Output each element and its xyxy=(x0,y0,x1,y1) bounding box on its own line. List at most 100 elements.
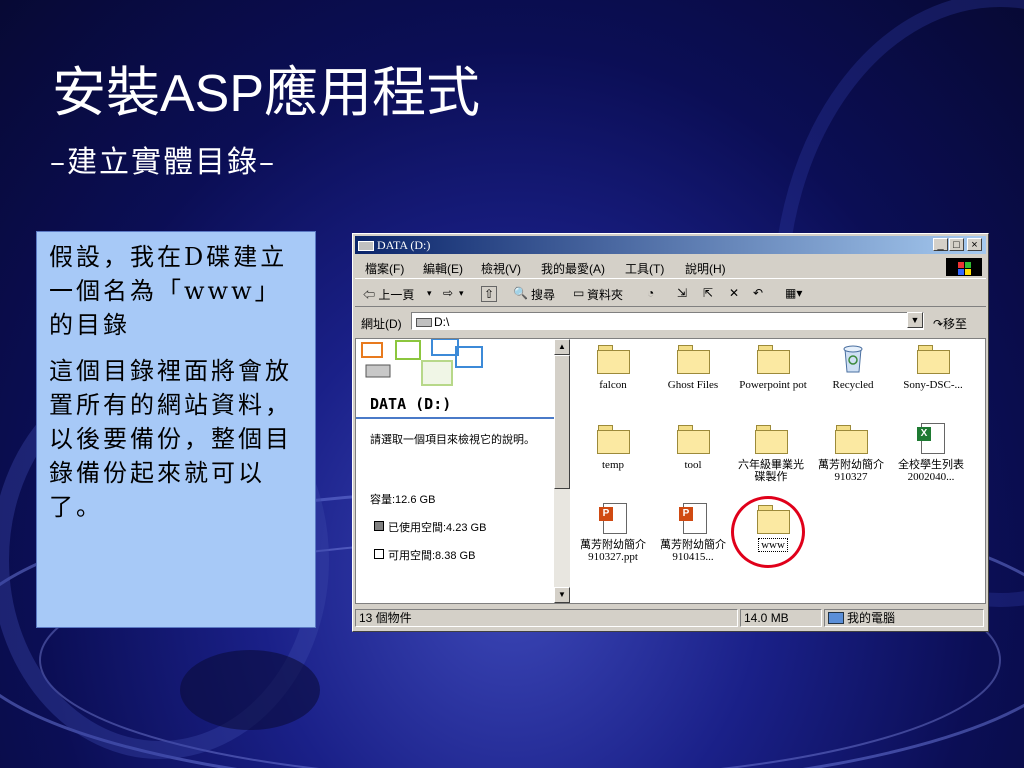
address-value: D:\ xyxy=(434,315,450,329)
address-input[interactable]: D:\ xyxy=(411,312,924,330)
file-label: temp xyxy=(602,459,624,471)
vertical-scrollbar[interactable]: ▲ ▼ xyxy=(554,339,570,603)
excel-file-icon: X xyxy=(914,423,948,454)
scroll-down-button[interactable]: ▼ xyxy=(554,587,570,603)
go-button[interactable]: ↷移至 xyxy=(933,315,967,332)
address-bar: 網址(D) D:\ ▼ ↷移至 xyxy=(355,310,986,334)
folder-icon xyxy=(916,343,950,374)
folders-button[interactable]: 資料夾 xyxy=(587,286,623,303)
recycle-bin-icon xyxy=(836,343,870,373)
pane-heading: DATA (D:) xyxy=(370,395,452,413)
folder-icon xyxy=(834,423,868,454)
free-space-text: 可用空間:8.38 GB xyxy=(388,550,476,562)
search-icon: 🔍 xyxy=(513,286,528,300)
powerpoint-file-icon: P xyxy=(596,503,630,534)
menu-help[interactable]: 說明(H) xyxy=(685,260,726,277)
file-label: Sony-DSC-... xyxy=(903,379,963,391)
pane-description: 請選取一個項目來檢視它的說明。 xyxy=(370,434,535,446)
file-item[interactable]: Ghost Files xyxy=(653,343,733,391)
search-button[interactable]: 搜尋 xyxy=(531,286,555,303)
file-item[interactable]: Recycled xyxy=(813,343,893,391)
file-item[interactable]: tool xyxy=(653,423,733,471)
file-label: Ghost Files xyxy=(667,379,719,391)
folder-icon xyxy=(596,423,630,454)
delete-button[interactable]: ✕ xyxy=(729,286,739,300)
title-part-3: 應用程式 xyxy=(264,61,481,124)
status-object-count: 13 個物件 xyxy=(355,609,738,627)
explorer-window: DATA (D:) _ □ × 檔案(F) 編輯(E) 檢視(V) 我的最愛(A… xyxy=(352,233,989,632)
address-label: 網址(D) xyxy=(361,317,402,331)
undo-button[interactable]: ↶ xyxy=(753,286,763,300)
paragraph-2: 這個目錄裡面將會放置所有的網站資料，以後要備份，整個目錄備份起來就可以了。 xyxy=(49,357,292,521)
powerpoint-file-icon: P xyxy=(676,503,710,534)
file-item[interactable]: 萬芳附幼簡介910327 xyxy=(813,423,889,483)
file-item[interactable]: Sony-DSC-... xyxy=(893,343,973,391)
file-label: 萬芳附幼簡介 910327.ppt xyxy=(580,539,646,563)
file-item[interactable]: P 萬芳附幼簡介 910327.ppt xyxy=(573,503,653,563)
file-item[interactable]: X 全校學生列表2002040... xyxy=(893,423,969,483)
menu-file[interactable]: 檔案(F) xyxy=(365,260,404,277)
used-space-text: 已使用空間:4.23 GB xyxy=(388,522,487,534)
explanation-box: 假設，我在D碟建立一個名為「www」的目錄 這個目錄裡面將會放置所有的網站資料，… xyxy=(36,231,316,628)
address-dropdown[interactable]: ▼ xyxy=(907,312,923,328)
file-label: 萬芳附幼簡介 910415... xyxy=(660,539,726,563)
minimize-button[interactable]: _ xyxy=(933,238,948,251)
web-view-pane: DATA (D:) 請選取一個項目來檢視它的說明。 容量:12.6 GB 已使用… xyxy=(356,338,554,603)
file-label: falcon xyxy=(599,379,627,391)
pane-header: DATA (D:) xyxy=(356,338,554,419)
menu-view[interactable]: 檢視(V) xyxy=(481,260,521,277)
menu-bar: 檔案(F) 編輯(E) 檢視(V) 我的最愛(A) 工具(T) 說明(H) xyxy=(355,256,986,279)
status-location-text: 我的電腦 xyxy=(847,611,896,625)
status-bar: 13 個物件 14.0 MB 我的電腦 xyxy=(355,608,986,628)
file-item[interactable]: falcon xyxy=(573,343,653,391)
close-button[interactable]: × xyxy=(967,238,982,251)
slide-title: 安裝ASP應用程式 xyxy=(52,58,480,129)
folder-icon xyxy=(596,343,630,374)
free-space-swatch xyxy=(374,549,384,559)
capacity-text: 容量:12.6 GB xyxy=(370,494,436,506)
window-title: DATA (D:) xyxy=(377,238,431,252)
used-space-swatch xyxy=(374,521,384,531)
drive-icon xyxy=(416,318,432,327)
drive-icon xyxy=(358,241,374,251)
file-item[interactable]: Powerpoint pot xyxy=(733,343,813,391)
windows-logo-icon xyxy=(946,258,982,276)
file-label: 全校學生列表2002040... xyxy=(898,459,964,483)
file-item[interactable]: P 萬芳附幼簡介 910415... xyxy=(653,503,733,563)
status-size: 14.0 MB xyxy=(740,609,822,627)
content-area: DATA (D:) 請選取一個項目來檢視它的說明。 容量:12.6 GB 已使用… xyxy=(355,338,986,604)
folders-icon: ▭ xyxy=(573,286,585,300)
toolbar: ⇦ 上一頁 ▾ ⇨ ▾ ⇧ 🔍 搜尋 ▭ 資料夾 ◔ ⇲ ⇱ ✕ ↶ ▦▾ xyxy=(355,280,986,307)
title-part-1: 安裝 xyxy=(52,61,160,124)
copy-to-button[interactable]: ⇱ xyxy=(703,286,713,300)
up-folder-button[interactable]: ⇧ xyxy=(481,286,498,302)
file-item[interactable]: temp xyxy=(573,423,653,471)
file-label: tool xyxy=(684,459,702,471)
file-label: Recycled xyxy=(832,379,874,391)
forward-dropdown[interactable]: ▾ xyxy=(459,288,464,299)
highlight-circle xyxy=(731,496,805,568)
scroll-up-button[interactable]: ▲ xyxy=(554,339,570,355)
back-dropdown[interactable]: ▾ xyxy=(427,288,432,299)
file-label: 萬芳附幼簡介910327 xyxy=(818,459,884,483)
forward-button[interactable]: ⇨ xyxy=(443,286,453,300)
back-button[interactable]: ⇦ 上一頁 xyxy=(363,286,414,303)
maximize-button[interactable]: □ xyxy=(949,238,964,251)
slide-subtitle: –建立實體目錄– xyxy=(50,145,276,180)
move-to-button[interactable]: ⇲ xyxy=(677,286,687,300)
menu-tools[interactable]: 工具(T) xyxy=(625,260,664,277)
menu-favorites[interactable]: 我的最愛(A) xyxy=(541,260,605,277)
menu-edit[interactable]: 編輯(E) xyxy=(423,260,463,277)
history-button[interactable]: ◔ xyxy=(647,286,654,300)
file-item[interactable]: 六年級畢業光碟製作 xyxy=(733,423,809,483)
views-button[interactable]: ▦▾ xyxy=(785,286,802,300)
status-location: 我的電腦 xyxy=(824,609,984,627)
window-titlebar[interactable]: DATA (D:) _ □ × xyxy=(355,236,986,254)
folder-icon xyxy=(676,423,710,454)
file-label: Powerpoint pot xyxy=(739,379,807,391)
folder-icon xyxy=(756,343,790,374)
title-part-2: ASP xyxy=(160,65,265,123)
file-label: 六年級畢業光碟製作 xyxy=(738,459,804,483)
scroll-thumb[interactable] xyxy=(554,355,570,489)
folder-icon xyxy=(676,343,710,374)
